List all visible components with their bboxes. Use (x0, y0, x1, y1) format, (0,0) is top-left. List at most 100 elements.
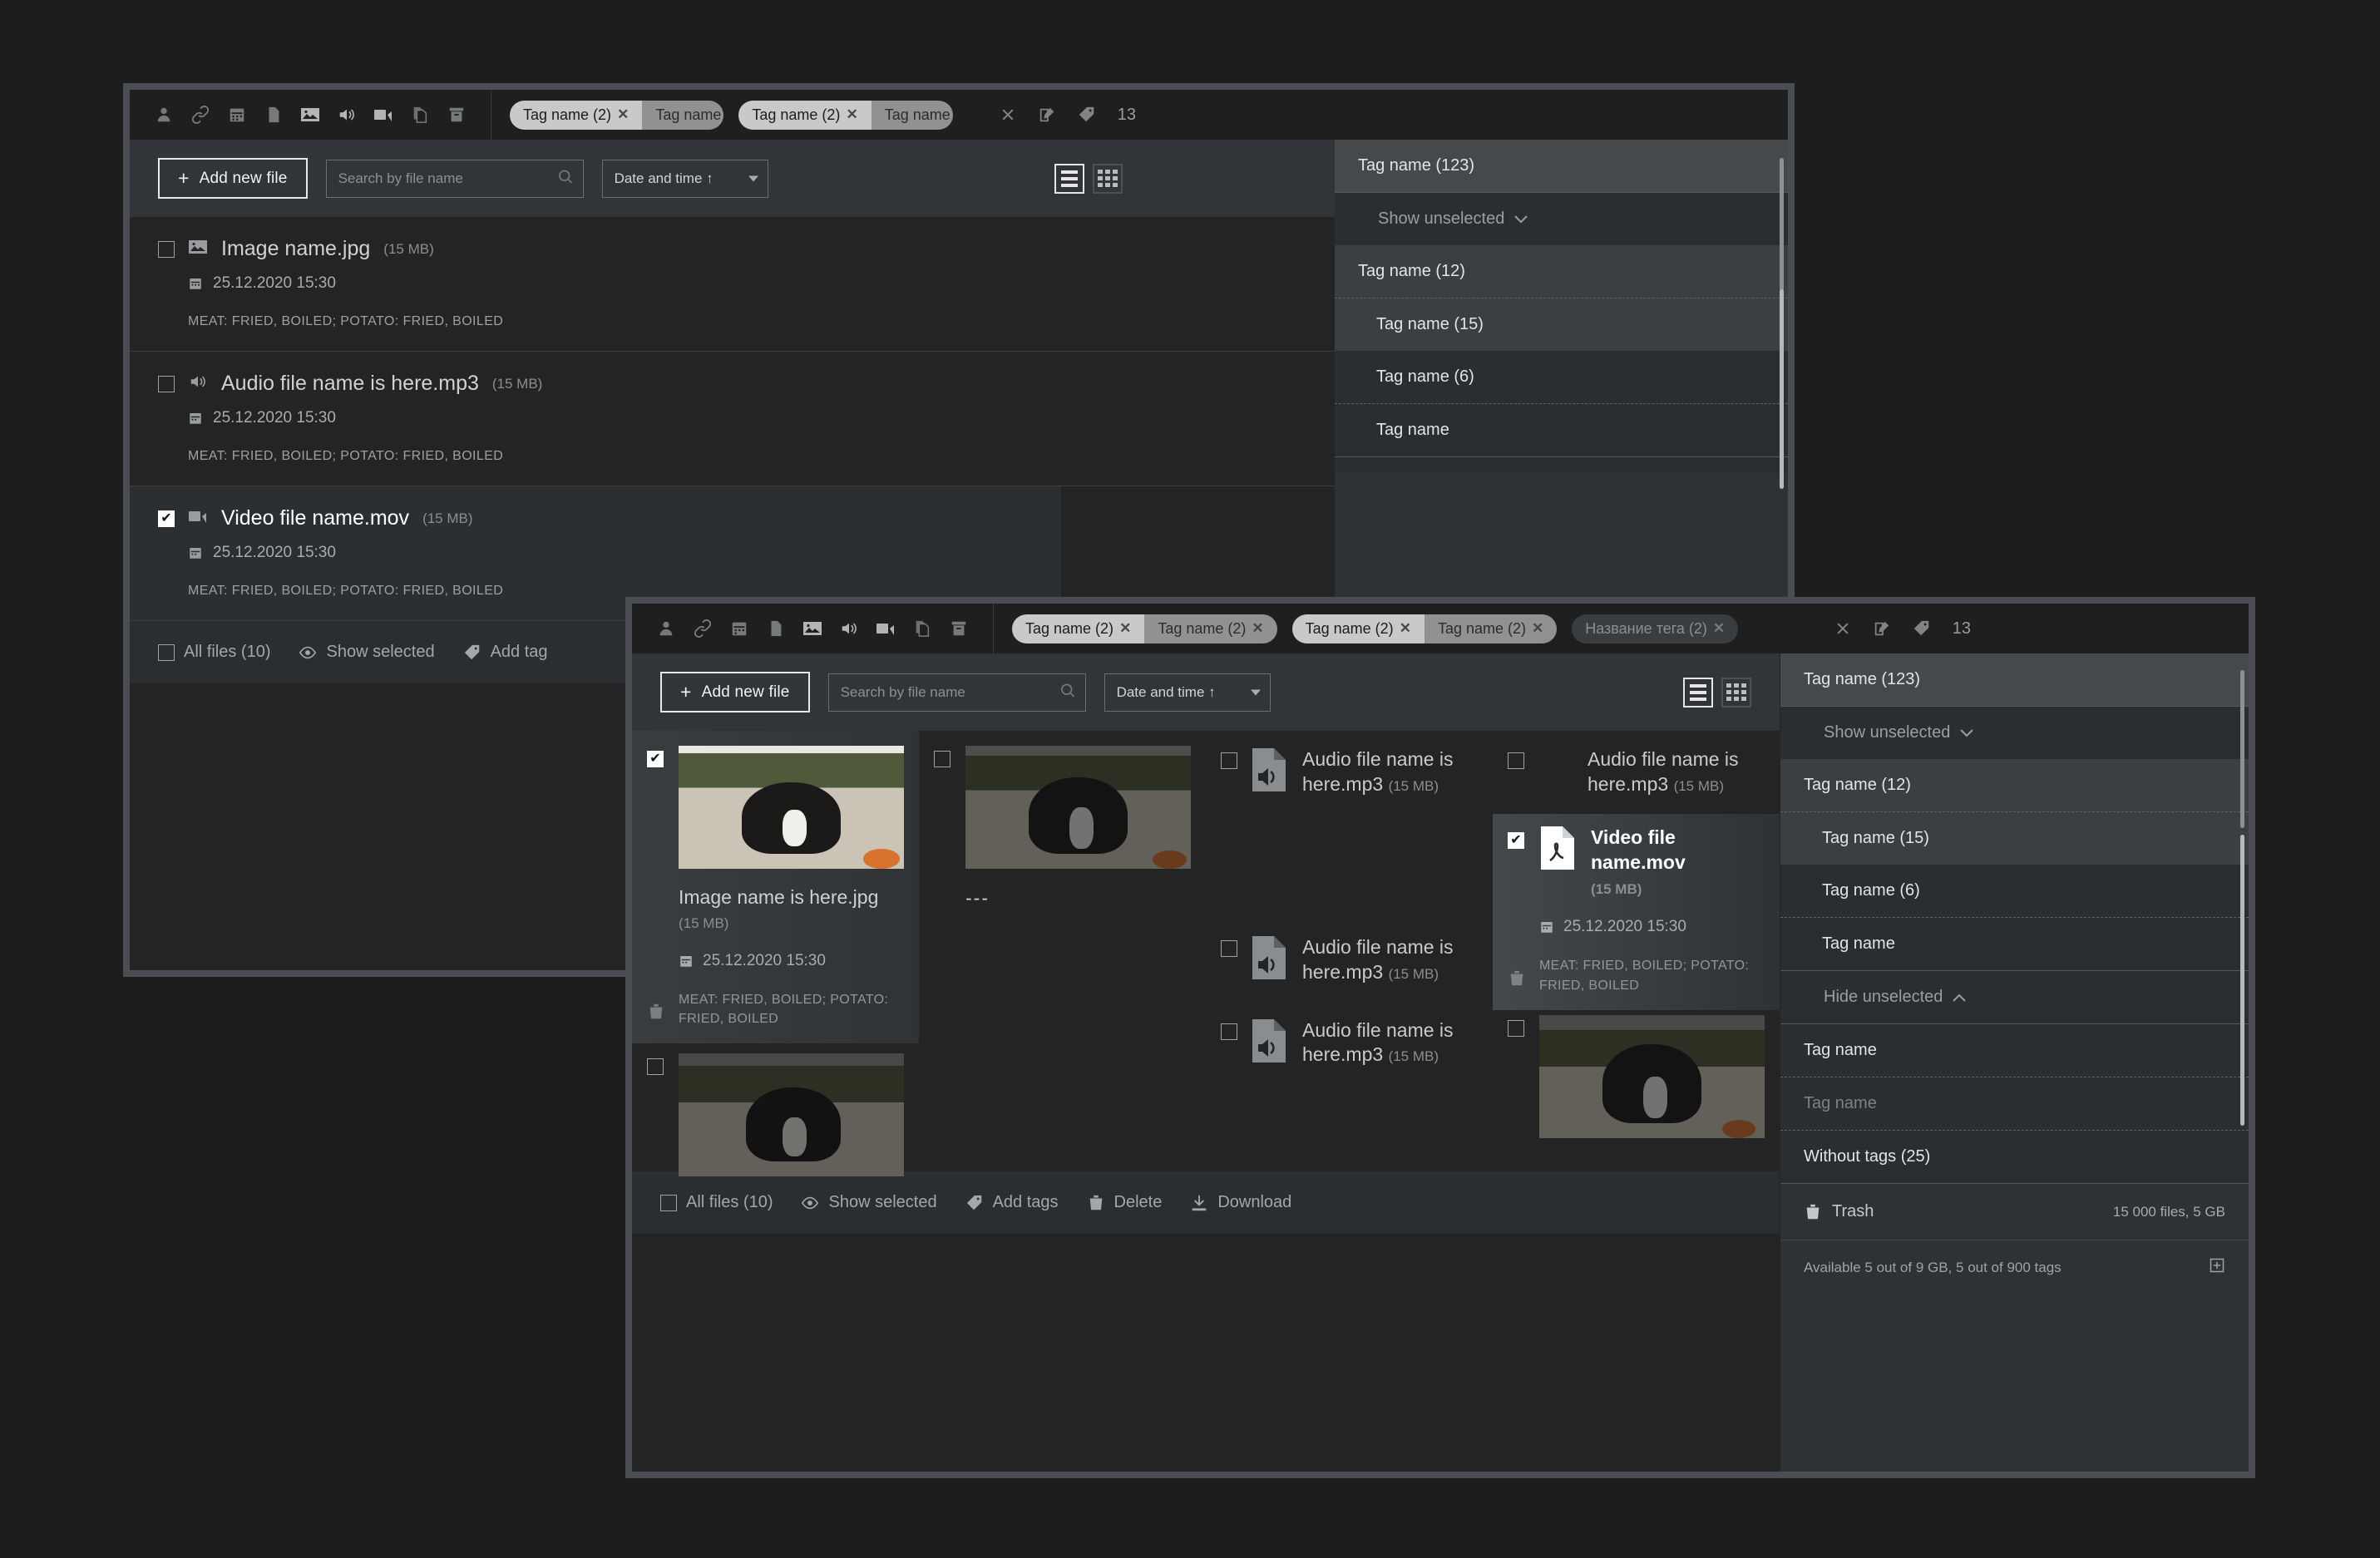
row-checkbox[interactable] (158, 510, 175, 527)
tag-panel-scrollbar[interactable] (2240, 670, 2244, 828)
trash-row[interactable]: Trash 15 000 files, 5 GB (1780, 1183, 2249, 1240)
link-icon[interactable] (692, 618, 714, 639)
tag-panel-row-without-tags[interactable]: Without tags (25) (1780, 1130, 2249, 1183)
calendar-icon[interactable] (728, 618, 750, 639)
tag-remove-icon[interactable]: ✕ (1252, 620, 1263, 637)
show-selected-button[interactable]: Show selected (801, 1193, 937, 1212)
close-icon[interactable] (1000, 106, 1016, 123)
tag-remove-icon[interactable]: ✕ (1713, 620, 1725, 637)
tag-chip[interactable]: Tag name (2)✕ (1144, 614, 1277, 643)
tag-remove-icon[interactable]: ✕ (617, 106, 629, 123)
add-tags-button[interactable]: Add tags (965, 1193, 1059, 1212)
select-all-checkbox[interactable] (158, 643, 175, 661)
audio-icon[interactable] (336, 104, 358, 126)
grid-file-row[interactable]: Audio file name is here.mp3 (15 MB) (1206, 919, 1493, 1002)
tag-panel-scrollbar-thumb[interactable] (1780, 289, 1784, 489)
tag-panel-row-partial[interactable] (1335, 456, 1788, 473)
delete-icon[interactable] (1508, 969, 1526, 992)
select-all-files[interactable]: All files (10) (660, 1193, 773, 1212)
tag-remove-icon[interactable]: ✕ (846, 106, 857, 123)
sort-select[interactable]: Date and time ↑ (601, 159, 768, 198)
audio-icon[interactable] (838, 618, 860, 639)
tag-chip[interactable]: Tag name (2)✕ (1012, 614, 1145, 643)
tag-panel-row[interactable]: Tag name (1780, 917, 2249, 970)
download-button[interactable]: Download (1190, 1193, 1291, 1212)
delete-icon[interactable] (647, 1003, 665, 1025)
tag-chip[interactable]: Tag name (2)✕ (642, 100, 724, 130)
tag-icon[interactable] (1078, 106, 1096, 124)
tag-panel-row[interactable]: Tag name (12) (1335, 245, 1788, 298)
copy-icon[interactable] (911, 618, 933, 639)
thumbnail-image[interactable] (1539, 1014, 1765, 1138)
document-icon[interactable] (263, 104, 284, 126)
card-checkbox[interactable] (1221, 939, 1237, 957)
tag-chip[interactable]: Tag name (2)✕ (738, 100, 872, 130)
video-icon[interactable] (875, 618, 896, 639)
select-all-checkbox[interactable] (660, 1194, 677, 1211)
show-unselected-toggle[interactable]: Show unselected (1335, 192, 1788, 245)
expand-icon[interactable] (2209, 1257, 2225, 1278)
user-icon[interactable] (153, 104, 175, 126)
thumbnail-image[interactable] (965, 746, 1191, 869)
show-unselected-toggle[interactable]: Show unselected (1780, 706, 2249, 759)
tag-panel-row[interactable]: Tag name (123) (1780, 653, 2249, 706)
tag-panel-row[interactable]: Tag name (1780, 1077, 2249, 1130)
close-icon[interactable] (1834, 620, 1851, 637)
add-new-file-button[interactable]: + Add new file (660, 672, 810, 712)
tag-icon[interactable] (1913, 619, 1931, 638)
tag-panel-scrollbar-thumb[interactable] (2240, 835, 2244, 1126)
select-all-files[interactable]: All files (10) (158, 643, 270, 662)
hide-unselected-toggle[interactable]: Hide unselected (1780, 970, 2249, 1023)
archive-icon[interactable] (446, 104, 467, 126)
calendar-icon[interactable] (226, 104, 248, 126)
add-new-file-button[interactable]: + Add new file (158, 158, 308, 199)
grid-card[interactable] (1493, 1010, 1780, 1153)
tag-remove-icon[interactable]: ✕ (1119, 620, 1131, 637)
tag-chip[interactable]: Название тега (2) ✕ (1572, 614, 1739, 643)
link-icon[interactable] (190, 104, 211, 126)
tag-chip[interactable]: Tag name (2)✕ (1291, 614, 1425, 643)
tag-remove-icon[interactable]: ✕ (1532, 620, 1543, 637)
sort-select[interactable]: Date and time ↑ (1104, 673, 1271, 712)
grid-view-button[interactable] (1721, 677, 1751, 708)
grid-view-button[interactable] (1093, 163, 1123, 194)
tag-panel-row[interactable]: Tag name (1780, 1023, 2249, 1077)
row-checkbox[interactable] (158, 375, 175, 392)
image-icon[interactable] (299, 104, 321, 126)
search-input[interactable] (325, 159, 584, 198)
archive-icon[interactable] (948, 618, 970, 639)
grid-card[interactable] (632, 1043, 919, 1191)
grid-file-row[interactable]: Audio file name is here.mp3 (15 MB) (1206, 731, 1493, 814)
tag-panel-row[interactable]: Tag name (1335, 403, 1788, 456)
card-checkbox[interactable] (647, 1058, 664, 1075)
tag-chip[interactable]: Tag name (2)✕ (1424, 614, 1558, 643)
tag-panel-row[interactable]: Tag name (15) (1335, 298, 1788, 351)
tag-chip[interactable]: Tag name (2)✕ (510, 100, 643, 130)
card-checkbox[interactable] (1221, 752, 1237, 769)
grid-file-row[interactable]: Audio file name is here.mp3 (15 MB) (1493, 731, 1780, 814)
image-icon[interactable] (802, 618, 823, 639)
tag-panel-row[interactable]: Tag name (12) (1780, 759, 2249, 811)
card-checkbox[interactable] (934, 751, 951, 767)
edit-icon[interactable] (1873, 619, 1891, 638)
card-checkbox[interactable] (1221, 1023, 1237, 1040)
card-checkbox[interactable] (1508, 1019, 1524, 1037)
card-checkbox[interactable] (647, 751, 664, 767)
grid-card[interactable]: Video file name.mov (15 MB) 25.12.2020 1… (1493, 813, 1780, 1010)
list-view-button[interactable] (1683, 677, 1713, 708)
grid-file-row[interactable]: Audio file name is here.mp3 (15 MB) (1206, 1002, 1493, 1085)
tag-panel-row[interactable]: Tag name (6) (1780, 865, 2249, 917)
tag-panel-scrollbar[interactable] (1780, 158, 1784, 291)
table-row[interactable]: Image name.jpg (15 MB) 25.12.2020 15:30 … (130, 217, 1460, 352)
add-tags-button[interactable]: Add tag (463, 643, 548, 662)
video-icon[interactable] (373, 104, 394, 126)
card-checkbox[interactable] (1508, 831, 1524, 849)
thumbnail-image[interactable] (679, 746, 904, 869)
table-row[interactable]: Audio file name is here.mp3 (15 MB) 25.1… (130, 352, 1460, 486)
tag-remove-icon[interactable]: ✕ (1400, 620, 1411, 637)
show-selected-button[interactable]: Show selected (299, 643, 435, 662)
list-view-button[interactable] (1054, 163, 1084, 194)
copy-icon[interactable] (409, 104, 431, 126)
edit-icon[interactable] (1038, 106, 1056, 124)
search-input[interactable] (827, 673, 1086, 712)
